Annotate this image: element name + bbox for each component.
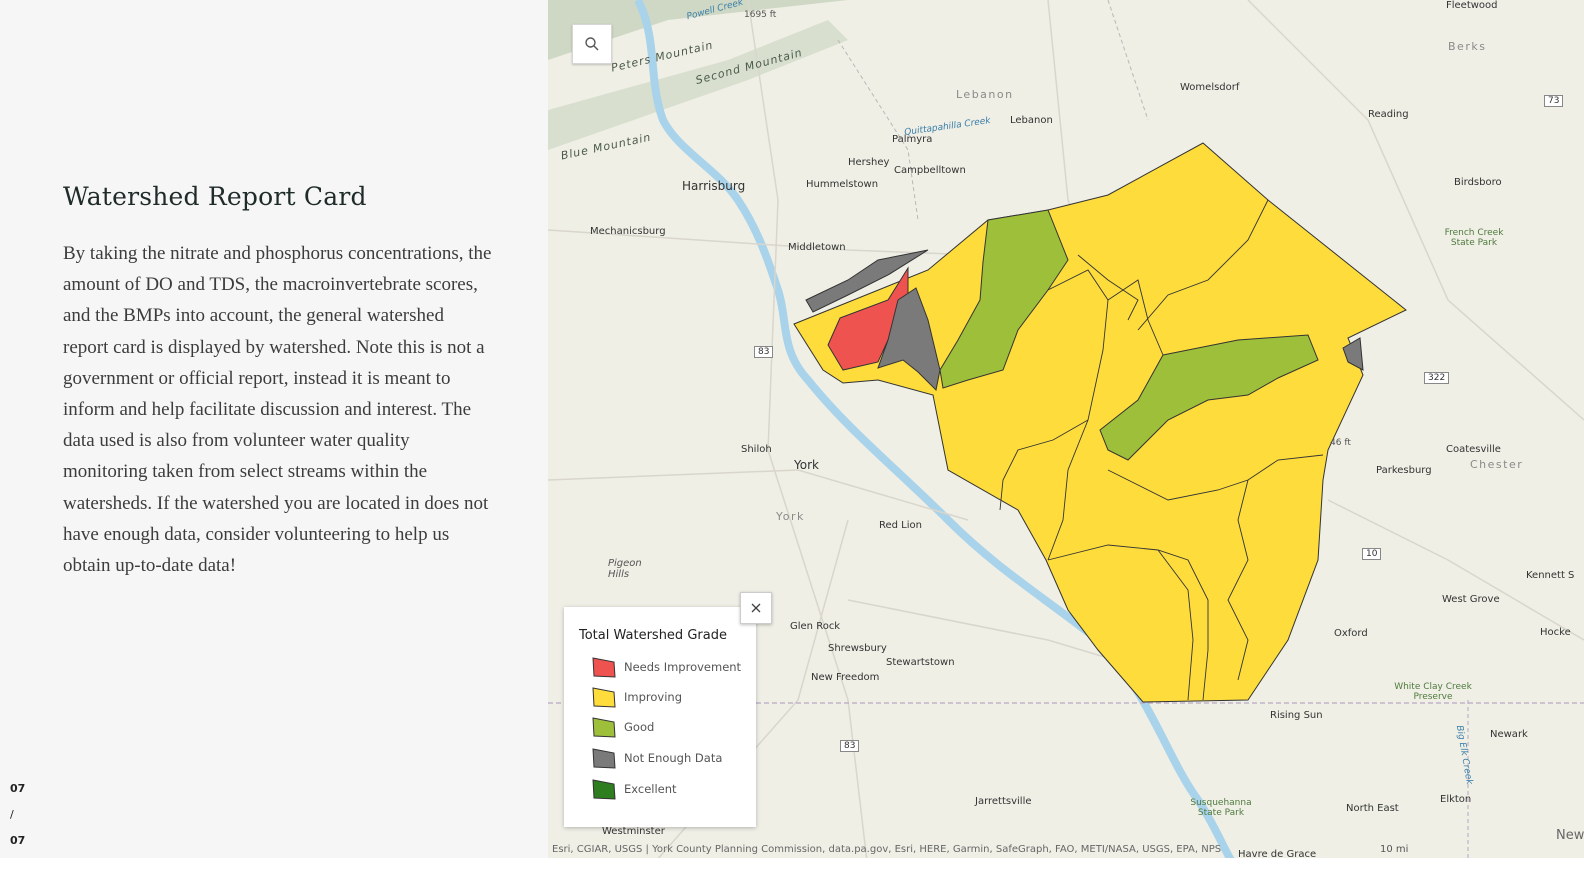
map-attribution: Esri, CGIAR, USGS | York County Planning… [552, 844, 1222, 855]
legend-swatch [592, 687, 616, 708]
route-shield: 83 [840, 740, 860, 752]
map-label: Shiloh [741, 444, 772, 455]
legend-swatch [592, 717, 616, 738]
legend-swatch [592, 657, 616, 678]
legend-close-button[interactable] [740, 592, 772, 624]
map-label: Oxford [1334, 628, 1368, 639]
watershed-improving[interactable] [793, 142, 1407, 703]
story-body: By taking the nitrate and phosphorus con… [63, 243, 492, 577]
map-label: Lebanon [1010, 115, 1053, 126]
map-label: Coatesville [1446, 444, 1501, 455]
map-label-county: Chester [1470, 458, 1524, 471]
map-label: Birdsboro [1454, 177, 1502, 188]
legend-item: Good [592, 715, 654, 739]
map-label: Kennett S [1526, 570, 1575, 581]
map-label: North East [1346, 803, 1399, 814]
legend-label: Improving [624, 690, 682, 704]
map-label: Womelsdorf [1180, 82, 1240, 93]
legend-title: Total Watershed Grade [579, 628, 727, 643]
map-label: 46 ft [1330, 438, 1351, 448]
legend-label: Excellent [624, 782, 677, 796]
legend-swatch [592, 779, 616, 800]
route-shield: 83 [754, 346, 774, 358]
map-label: Elkton [1440, 794, 1472, 805]
map-label: Westminster [602, 826, 665, 837]
route-shield: 322 [1424, 372, 1450, 384]
close-icon [751, 603, 761, 613]
legend-item: Needs Improvement [592, 655, 741, 679]
map-label: Reading [1368, 109, 1409, 120]
page-total: 07 [10, 834, 26, 847]
legend-label: Not Enough Data [624, 751, 723, 765]
map-label: Palmyra [892, 134, 933, 145]
story-title: Watershed Report Card [63, 182, 367, 211]
map-search-button[interactable] [572, 24, 612, 64]
legend-item: Not Enough Data [592, 746, 722, 770]
map-scale: 10 mi [1380, 844, 1409, 855]
map-label: Newark [1490, 729, 1528, 740]
map-label: Shrewsbury [828, 643, 887, 654]
map-label-county: Berks [1448, 40, 1487, 53]
page-separator: / [10, 808, 14, 821]
map-label: Hocke [1540, 627, 1571, 638]
map-label: Fleetwood [1446, 0, 1498, 11]
route-shield: 73 [1544, 95, 1564, 107]
map-label-park: Susquehanna State Park [1190, 798, 1252, 818]
story-panel: Watershed Report Card By taking the nitr… [0, 0, 548, 870]
legend-label: Good [624, 720, 655, 734]
map-label: Glen Rock [790, 621, 841, 632]
map-label-park: White Clay Creek Preserve [1394, 682, 1472, 702]
legend-label: Needs Improvement [624, 660, 742, 674]
legend-item: Excellent [592, 777, 677, 801]
page-indicator: 07 / 07 [10, 781, 40, 859]
bottom-bar [0, 858, 1584, 870]
map-label-county: York [776, 510, 805, 523]
map-label: Hershey [848, 157, 890, 168]
map-label: Harrisburg [682, 179, 746, 193]
map-label: Parkesburg [1376, 465, 1432, 476]
map-label: York [794, 458, 819, 472]
map-label: Jarrettsville [975, 796, 1032, 807]
map-label: Hummelstown [806, 179, 879, 190]
legend-swatch [592, 748, 616, 769]
legend-item: Improving [592, 685, 682, 709]
map-label-park: French Creek State Park [1444, 228, 1504, 248]
map-label: 1695 ft [744, 10, 777, 20]
map-label: New Freedom [811, 672, 880, 683]
map-label: New [1556, 828, 1584, 843]
map-label: Red Lion [879, 520, 922, 531]
map-label-county: Lebanon [956, 88, 1014, 101]
map-label: Stewartstown [886, 657, 955, 668]
search-icon [585, 37, 599, 51]
map-label: West Grove [1442, 594, 1500, 605]
map-label: Middletown [788, 242, 846, 253]
page-current: 07 [10, 782, 26, 795]
county-line [1107, 0, 1149, 121]
map-label: Campbelltown [894, 165, 966, 176]
legend-panel: Total Watershed Grade Needs Improvement … [564, 607, 756, 827]
map-label: Rising Sun [1270, 710, 1323, 721]
map-label: Pigeon Hills [608, 558, 642, 580]
route-shield: 10 [1362, 548, 1382, 560]
map-label: Mechanicsburg [590, 226, 666, 237]
